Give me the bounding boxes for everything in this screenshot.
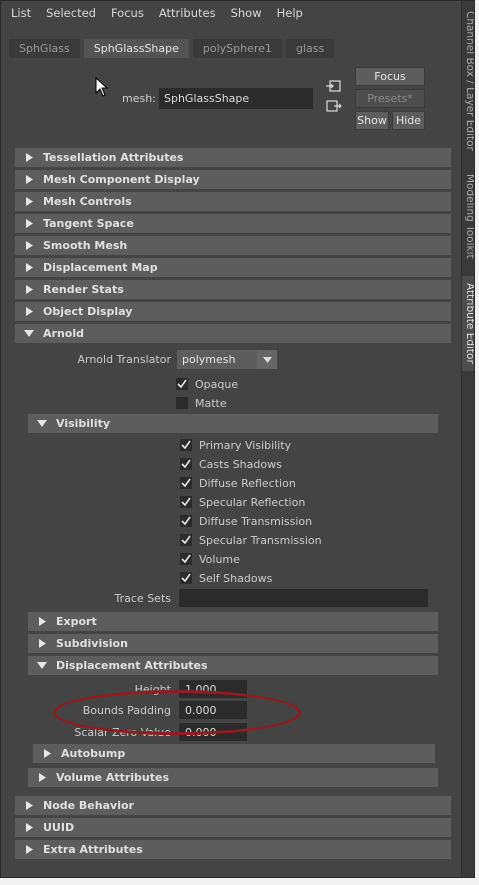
checkbox-checked-icon[interactable]: [180, 553, 192, 565]
bounds-padding-label: Bounds Padding: [82, 704, 171, 717]
side-tab-strip: Channel Box / Layer Editor Modeling Tool…: [461, 1, 474, 877]
arnold-translator-label: Arnold Translator: [77, 353, 171, 366]
menu-bar: List Selected Focus Attributes Show Help: [1, 1, 461, 25]
expand-arrow-icon: [15, 285, 43, 294]
attribute-editor-window: List Selected Focus Attributes Show Help…: [0, 0, 475, 878]
tab-polysphere1[interactable]: polySphere1: [192, 39, 282, 58]
section-node-behavior[interactable]: Node Behavior: [15, 796, 451, 815]
checkbox-unchecked-icon[interactable]: [176, 397, 188, 409]
menu-help[interactable]: Help: [277, 6, 303, 20]
mouse-cursor-icon: [95, 77, 109, 97]
section-mesh-controls[interactable]: Mesh Controls: [15, 192, 451, 211]
checkbox-checked-icon[interactable]: [180, 458, 192, 470]
expand-arrow-icon: [15, 845, 43, 854]
collapse-arrow-icon: [15, 330, 43, 337]
tab-glass[interactable]: glass: [285, 39, 335, 58]
section-autobump[interactable]: Autobump: [33, 744, 435, 763]
arnold-translator-dropdown[interactable]: polymesh: [177, 350, 277, 369]
trace-sets-field[interactable]: [179, 589, 428, 607]
expand-arrow-icon: [15, 197, 43, 206]
bounds-padding-field[interactable]: 0.000: [179, 701, 247, 719]
section-uuid[interactable]: UUID: [15, 818, 451, 837]
expand-arrow-icon: [15, 307, 43, 316]
expand-arrow-icon: [28, 773, 56, 782]
section-smooth-mesh[interactable]: Smooth Mesh: [15, 236, 451, 255]
load-output-icon[interactable]: [326, 99, 342, 113]
node-tab-bar: SphGlass SphGlassShape polySphere1 glass: [9, 39, 338, 58]
expand-arrow-icon: [33, 749, 61, 758]
specular-reflection-checkbox-row[interactable]: Specular Reflection: [180, 494, 305, 510]
section-tessellation-attributes[interactable]: Tessellation Attributes: [15, 148, 451, 167]
menu-focus[interactable]: Focus: [111, 6, 144, 20]
checkbox-checked-icon[interactable]: [180, 439, 192, 451]
section-visibility[interactable]: Visibility: [28, 414, 438, 433]
checkbox-checked-icon[interactable]: [180, 515, 192, 527]
section-extra-attributes[interactable]: Extra Attributes: [15, 840, 451, 859]
section-mesh-component-display[interactable]: Mesh Component Display: [15, 170, 451, 189]
load-input-icon[interactable]: [326, 79, 342, 93]
focus-button[interactable]: Focus: [355, 67, 425, 86]
diffuse-reflection-checkbox-row[interactable]: Diffuse Reflection: [180, 475, 296, 491]
chevron-down-icon: [257, 350, 277, 369]
scalar-zero-value-label: Scalar Zero Value: [74, 726, 171, 739]
section-displacement-map[interactable]: Displacement Map: [15, 258, 451, 277]
presets-button[interactable]: Presets*: [355, 89, 425, 108]
height-field[interactable]: 1.000: [179, 680, 247, 698]
checkbox-checked-icon[interactable]: [180, 534, 192, 546]
expand-arrow-icon: [15, 241, 43, 250]
section-render-stats[interactable]: Render Stats: [15, 280, 451, 299]
expand-arrow-icon: [15, 153, 43, 162]
diffuse-transmission-checkbox-row[interactable]: Diffuse Transmission: [180, 513, 312, 529]
expand-arrow-icon: [28, 639, 56, 648]
specular-transmission-checkbox-row[interactable]: Specular Transmission: [180, 532, 322, 548]
menu-selected[interactable]: Selected: [46, 6, 96, 20]
menu-attributes[interactable]: Attributes: [159, 6, 216, 20]
side-tab-channel-box[interactable]: Channel Box / Layer Editor: [462, 11, 474, 151]
expand-arrow-icon: [15, 801, 43, 810]
menu-list[interactable]: List: [11, 6, 31, 20]
primary-visibility-checkbox-row[interactable]: Primary Visibility: [180, 437, 291, 453]
section-tangent-space[interactable]: Tangent Space: [15, 214, 451, 233]
tab-sphglassshape[interactable]: SphGlassShape: [83, 39, 189, 58]
tab-sphglass[interactable]: SphGlass: [9, 39, 80, 58]
collapse-arrow-icon: [28, 662, 56, 669]
scalar-zero-value-field[interactable]: 0.000: [179, 723, 247, 741]
matte-checkbox-row[interactable]: Matte: [176, 395, 227, 411]
show-button[interactable]: Show: [355, 111, 389, 130]
checkbox-checked-icon[interactable]: [180, 477, 192, 489]
section-object-display[interactable]: Object Display: [15, 302, 451, 321]
casts-shadows-checkbox-row[interactable]: Casts Shadows: [180, 456, 282, 472]
self-shadows-checkbox-row[interactable]: Self Shadows: [180, 570, 272, 586]
section-displacement-attributes[interactable]: Displacement Attributes: [28, 656, 438, 675]
section-subdivision[interactable]: Subdivision: [28, 634, 438, 653]
mesh-label: mesh:: [122, 92, 156, 105]
checkbox-checked-icon[interactable]: [180, 572, 192, 584]
section-export[interactable]: Export: [28, 612, 438, 631]
mesh-name-field[interactable]: SphGlassShape: [159, 88, 313, 109]
expand-arrow-icon: [28, 617, 56, 626]
collapse-arrow-icon: [28, 420, 56, 427]
section-arnold[interactable]: Arnold: [15, 324, 451, 343]
hide-button[interactable]: Hide: [392, 111, 425, 130]
expand-arrow-icon: [15, 175, 43, 184]
section-volume-attributes[interactable]: Volume Attributes: [28, 768, 438, 787]
checkbox-checked-icon[interactable]: [176, 378, 188, 390]
menu-show[interactable]: Show: [231, 6, 262, 20]
height-label: Height: [134, 683, 171, 696]
volume-checkbox-row[interactable]: Volume: [180, 551, 240, 567]
side-tab-attribute-editor[interactable]: Attribute Editor: [462, 276, 474, 371]
expand-arrow-icon: [15, 263, 43, 272]
trace-sets-label: Trace Sets: [114, 592, 171, 605]
checkbox-checked-icon[interactable]: [180, 496, 192, 508]
opaque-checkbox-row[interactable]: Opaque: [176, 376, 238, 392]
side-tab-modeling-toolkit[interactable]: Modeling Toolkit: [462, 166, 474, 266]
expand-arrow-icon: [15, 823, 43, 832]
expand-arrow-icon: [15, 219, 43, 228]
